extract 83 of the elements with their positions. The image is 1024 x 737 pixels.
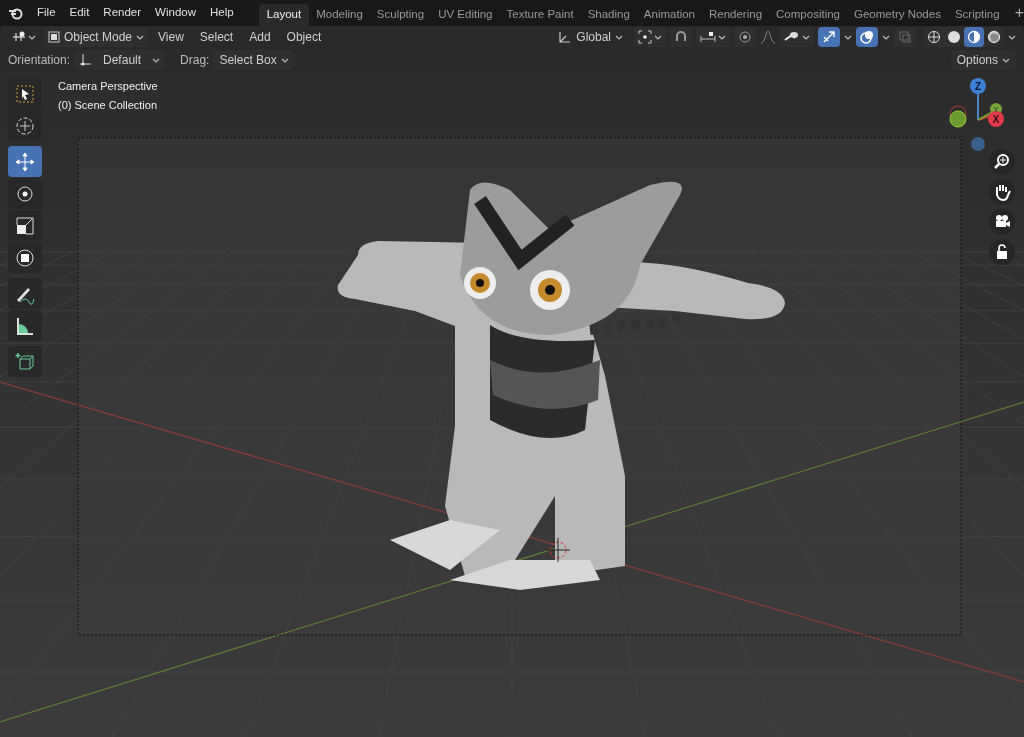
magnet-icon <box>674 30 688 44</box>
object-mode-dropdown[interactable]: Object Mode <box>44 27 149 47</box>
options-dropdown[interactable]: Options <box>950 50 1016 70</box>
gizmo-toggle[interactable] <box>818 27 840 47</box>
object-square-icon <box>48 31 60 43</box>
pivot-point-icon <box>638 30 652 44</box>
menu-item[interactable]: Edit <box>64 4 95 22</box>
workspace-tab[interactable]: Modeling <box>309 4 370 26</box>
overlays-toggle[interactable] <box>856 27 878 47</box>
add-cube-icon <box>14 350 36 373</box>
caret-icon <box>136 33 145 41</box>
shaded-sphere-icon <box>987 30 1001 44</box>
snap-toggle[interactable] <box>670 27 692 47</box>
caret-icon <box>280 56 289 64</box>
transform-orientation-dropdown[interactable]: Global <box>554 27 627 47</box>
menu-item[interactable]: File <box>32 4 61 22</box>
header-menu[interactable]: View <box>152 28 190 46</box>
select-box-icon <box>14 82 36 105</box>
orientation-dropdown[interactable]: Default <box>74 50 165 70</box>
caret-icon <box>1002 56 1010 64</box>
z-axis-label: Z <box>974 81 982 92</box>
tool-button[interactable] <box>8 310 42 341</box>
view-name-label: Camera Perspective <box>58 79 158 94</box>
transform-icon <box>14 246 36 269</box>
move-arrows-icon <box>14 150 36 173</box>
workspace-tab[interactable]: Compositing <box>769 4 847 26</box>
add-workspace-button[interactable]: + <box>1006 1 1024 25</box>
overlapping-circles-icon <box>860 30 874 44</box>
xray-toggle[interactable] <box>894 27 916 47</box>
tool-button[interactable] <box>8 242 42 273</box>
workspace-tab[interactable]: Layout <box>258 4 310 26</box>
caret-icon <box>802 33 810 41</box>
orientation-label: Orientation: <box>8 52 71 69</box>
axes-icon <box>78 53 93 67</box>
workspace-tab[interactable]: Geometry Nodes <box>847 4 948 26</box>
menu-item[interactable]: Window <box>150 4 201 22</box>
header-menu[interactable]: Add <box>243 28 277 46</box>
workspace-tab[interactable]: UV Editing <box>431 4 500 26</box>
proportional-edit-toggle[interactable] <box>734 27 756 47</box>
x-axis-label: X <box>992 114 1000 125</box>
caret-icon <box>1008 33 1016 41</box>
menu-item[interactable]: Render <box>98 4 147 22</box>
caret-icon <box>882 33 890 41</box>
tool-button[interactable] <box>8 210 42 241</box>
tool-button[interactable] <box>8 178 42 209</box>
scale-icon <box>14 214 36 237</box>
overlapping-squares-icon <box>898 30 912 44</box>
crosshair-icon <box>14 114 36 137</box>
snap-increment-icon <box>700 31 716 43</box>
header-menu[interactable]: Select <box>193 28 240 46</box>
caret-icon <box>654 33 662 41</box>
axes-icon <box>558 30 573 44</box>
drag-dropdown[interactable]: Select Box <box>213 50 295 70</box>
drag-label: Drag: <box>180 52 210 69</box>
snap-target-button[interactable] <box>696 27 730 47</box>
workspace-tab[interactable]: Sculpting <box>369 4 432 26</box>
header-menu[interactable]: Object <box>280 28 328 46</box>
half-sphere-icon <box>967 30 981 44</box>
editor-grid-icon <box>12 31 26 43</box>
menu-item[interactable]: Help <box>205 4 239 22</box>
arrows-icon <box>822 30 836 44</box>
caret-icon <box>718 33 726 41</box>
caret-icon <box>615 33 623 41</box>
collection-label: (0) Scene Collection <box>58 97 158 113</box>
falloff-curve-icon <box>760 30 776 44</box>
solid-sphere-icon <box>947 30 961 44</box>
caret-icon <box>152 56 161 64</box>
wireframe-sphere-icon <box>927 30 941 44</box>
tool-button[interactable] <box>8 278 42 309</box>
workspace-tab[interactable]: Texture Paint <box>499 4 581 26</box>
caret-icon <box>844 33 852 41</box>
workspace-tab[interactable]: Scripting <box>947 4 1007 26</box>
workspace-tab[interactable]: Shading <box>580 4 637 26</box>
proportional-circle-icon <box>738 30 752 44</box>
caret-icon <box>28 33 36 41</box>
visibility-button[interactable] <box>780 27 814 47</box>
workspace-tab[interactable]: Rendering <box>702 4 770 26</box>
pivot-button[interactable] <box>634 27 666 47</box>
tool-button[interactable] <box>8 78 42 109</box>
3d-cursor-icon <box>545 537 571 563</box>
shading-mode-button[interactable] <box>964 27 984 47</box>
workspace-tab[interactable]: Animation <box>636 4 702 26</box>
navigation-gizmo[interactable] <box>949 78 1004 151</box>
